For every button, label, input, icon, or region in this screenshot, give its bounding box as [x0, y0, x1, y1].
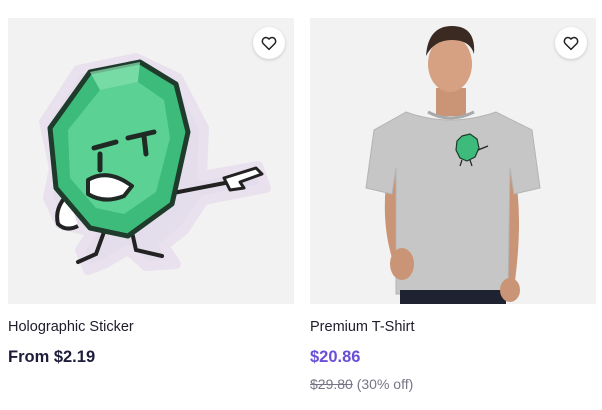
- heart-outline-icon: [261, 36, 277, 51]
- discount-label: (30% off): [356, 376, 414, 392]
- product-card-sticker[interactable]: Holographic Sticker From $2.19: [8, 18, 294, 367]
- tshirt-model-photo: [365, 26, 541, 304]
- product-price: From $2.19: [8, 348, 96, 366]
- product-title[interactable]: Premium T-Shirt: [310, 318, 596, 336]
- product-image-tshirt[interactable]: [310, 18, 596, 304]
- original-price: $29.80: [310, 376, 353, 392]
- product-card-tshirt[interactable]: Premium T-Shirt $20.86 $29.80 (30% off): [310, 18, 596, 393]
- sticker-illustration: [39, 53, 271, 275]
- product-image-sticker[interactable]: [8, 18, 294, 304]
- product-sale-price: $20.86: [310, 348, 361, 366]
- product-title[interactable]: Holographic Sticker: [8, 318, 294, 336]
- favorite-button-sticker[interactable]: [253, 27, 285, 59]
- heart-outline-icon: [563, 36, 579, 51]
- price-comparison: $29.80 (30% off): [310, 375, 596, 393]
- favorite-button-tshirt[interactable]: [555, 27, 587, 59]
